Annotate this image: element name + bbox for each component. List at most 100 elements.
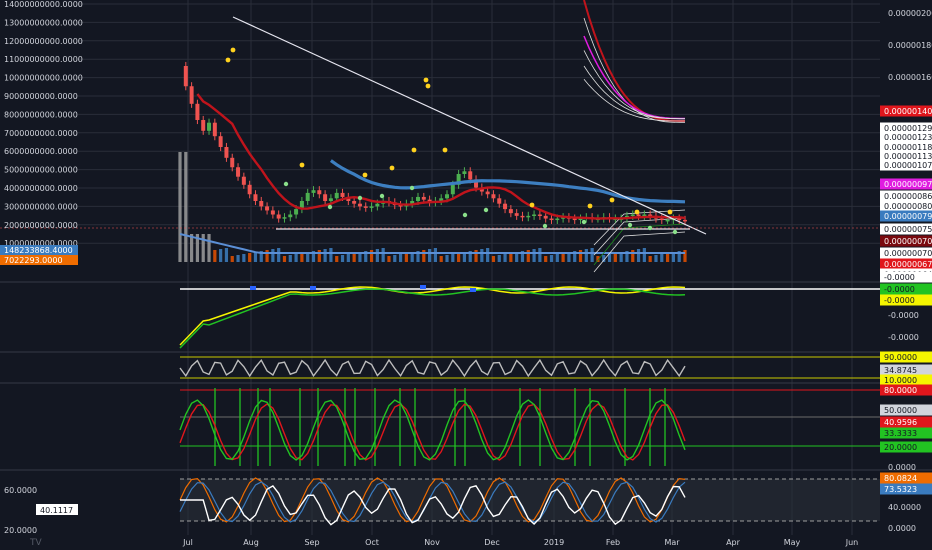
sell-signal-dot <box>425 83 431 89</box>
candle-body <box>305 192 310 201</box>
buy-signal-dot <box>409 185 415 191</box>
volume-bar <box>230 256 234 262</box>
volume-bar <box>393 255 397 262</box>
volume-bar <box>457 253 461 262</box>
volume-bar <box>665 253 670 262</box>
candle-body <box>241 176 246 185</box>
x-tick-label: Aug <box>243 538 259 547</box>
price-badge-label: 0.00000086 <box>884 192 932 201</box>
volume-bar <box>631 250 635 262</box>
price-badge-label: 10.0000 <box>884 376 917 385</box>
volume-bar <box>480 249 484 262</box>
candle-body <box>445 194 450 199</box>
candle-body <box>259 201 264 207</box>
buy-signal-dot <box>672 229 678 235</box>
volume-bar <box>439 256 443 262</box>
candle-body <box>253 194 258 201</box>
stochastic-axis-tick: 0.0000 <box>888 463 916 472</box>
buy-signal-dot <box>327 204 333 210</box>
volume-bar <box>422 250 426 262</box>
buy-signal-dot <box>647 225 653 231</box>
price-badge-label: 90.0000 <box>884 353 917 362</box>
sell-signal-dot <box>442 147 448 153</box>
price-badge-label: 33.3333 <box>884 429 917 438</box>
volume-bar <box>282 256 287 262</box>
volume-bar <box>224 248 229 262</box>
volume-bar <box>294 254 298 262</box>
rsi-axis-tick: 0.0000 <box>888 524 916 533</box>
volume-bar <box>584 249 588 262</box>
sell-signal-dot <box>587 203 593 209</box>
candle-body <box>415 196 420 201</box>
candle-body <box>450 184 455 195</box>
candle-body <box>288 214 293 218</box>
volume-bar <box>387 256 391 262</box>
volume-bar <box>375 249 379 262</box>
volume-bar <box>660 254 664 262</box>
x-tick-label: Sep <box>304 538 319 547</box>
x-tick-label: Mar <box>664 538 680 547</box>
price-badge-label: 0.00000075 <box>884 225 932 234</box>
volume-bar <box>532 249 536 262</box>
volume-bar <box>433 248 438 262</box>
left-axis-tick: 11000000000.0000 <box>4 55 83 64</box>
x-tick-label: Jul <box>182 538 193 547</box>
tradingview-logo: TV <box>29 538 42 548</box>
candle-body <box>265 206 270 211</box>
volume-bar <box>271 249 275 262</box>
volume-bar <box>242 254 246 262</box>
candle-body <box>665 219 670 222</box>
volume-bar <box>427 249 432 262</box>
sell-signal-dot <box>423 77 429 83</box>
candle-body <box>282 217 287 219</box>
candle-body <box>520 215 525 218</box>
candle-body <box>683 219 687 222</box>
volume-bar <box>265 250 269 262</box>
buy-signal-dot <box>581 219 587 225</box>
candle-body <box>218 136 223 147</box>
sell-signal-dot <box>362 172 368 178</box>
left-axis-tick: 13000000000.0000 <box>4 18 83 27</box>
candle-body <box>276 214 281 219</box>
buy-signal-dot <box>357 195 363 201</box>
sell-signal-dot <box>609 197 615 203</box>
left-value-badge-label: 148233868.4000 <box>4 246 73 255</box>
candle-body <box>195 103 200 120</box>
x-tick-label: Feb <box>606 538 620 547</box>
price-badge-label: -0.0000 <box>884 296 915 305</box>
volume-bar <box>201 234 205 262</box>
candle-body <box>189 86 194 104</box>
candle-body <box>183 66 188 87</box>
sell-signal-dot <box>389 165 395 171</box>
candle-body <box>340 192 345 197</box>
volume-bar <box>184 152 188 262</box>
volume-bar <box>491 256 496 262</box>
candle-body <box>514 213 519 216</box>
buy-signal-dot <box>462 212 468 218</box>
price-badge-label: 0.00000123 <box>884 133 932 142</box>
volume-bar <box>503 254 507 262</box>
candle-body <box>485 191 490 195</box>
volume-bar <box>369 250 374 262</box>
candle-body <box>468 171 473 180</box>
chart-canvas[interactable]: Jul Aug Sep Oct Nov Dec 2019 Feb Mar Apr May Jun 140… <box>0 0 932 550</box>
sell-signal-dot <box>411 147 417 153</box>
candle-body <box>503 203 508 210</box>
right-axis-tick: 0.00000160 <box>888 73 932 82</box>
oscillator-histogram-bar <box>470 288 476 292</box>
buy-signal-dot <box>542 223 548 229</box>
oscillator-axis-tick: -0.0000 <box>888 311 919 320</box>
left-axis-tick: 7000000000.0000 <box>4 129 78 138</box>
price-badge-label: 0.00000107 <box>884 161 932 170</box>
right-axis-tick: 0.00000180 <box>888 41 932 50</box>
oscillator-axis-tick: -0.0000 <box>888 333 919 342</box>
rsi-left-badge-label: 40.1117 <box>40 506 73 515</box>
buy-signal-dot <box>283 181 289 187</box>
candle-body <box>212 122 217 137</box>
volume-bar <box>578 250 583 262</box>
rsi-left-tick: 60.0000 <box>4 486 37 495</box>
price-badge-label: 0.00000070 <box>884 237 932 246</box>
volume-bar <box>636 249 641 262</box>
volume-bar <box>398 254 403 262</box>
candle-body <box>317 190 322 195</box>
